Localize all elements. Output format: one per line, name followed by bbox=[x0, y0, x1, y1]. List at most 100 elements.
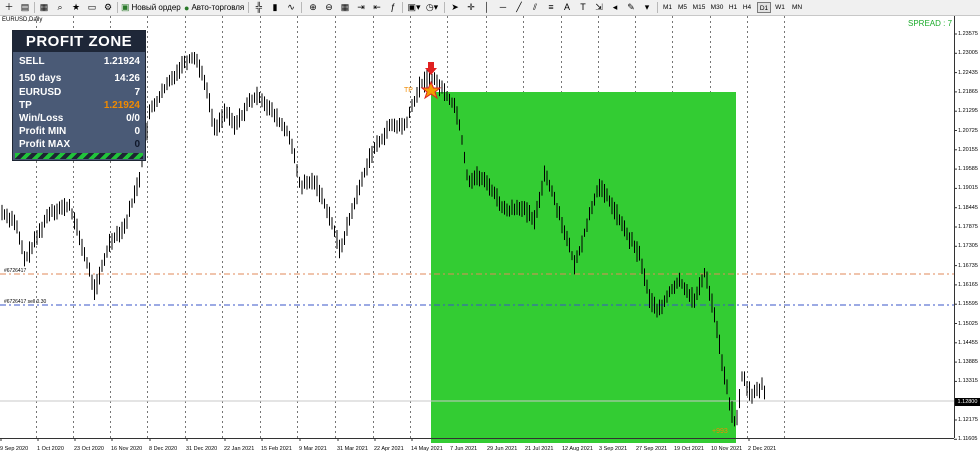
auto-trading-icon: ● bbox=[184, 2, 190, 13]
current-price-tag: 1.12800 bbox=[955, 398, 980, 406]
zoom-out-icon[interactable]: ⊖ bbox=[322, 1, 336, 14]
panel-key: TP bbox=[19, 100, 32, 111]
trendline-icon[interactable]: ╱ bbox=[512, 1, 526, 14]
panel-title: PROFIT ZONE bbox=[13, 31, 145, 52]
timeframe-m15[interactable]: M15 bbox=[691, 2, 707, 13]
timeframe-m30[interactable]: M30 bbox=[709, 2, 725, 13]
zoom-in-icon[interactable]: ⊕ bbox=[306, 1, 320, 14]
crosshair-icon[interactable]: ✛ bbox=[464, 1, 478, 14]
data-window-icon[interactable]: ⌕ bbox=[53, 1, 67, 14]
time-label: 2 Dec 2021 bbox=[748, 446, 777, 452]
time-label: 23 Oct 2020 bbox=[74, 446, 104, 452]
panel-value: 1.21924 bbox=[103, 100, 140, 111]
bar-chart-icon[interactable]: ╬ bbox=[252, 1, 266, 14]
templates-icon[interactable]: ▣▾ bbox=[405, 1, 423, 14]
panel-row-win-loss: Win/Loss 0/0 bbox=[19, 112, 140, 125]
panel-row-profit-min: Profit MIN 0 bbox=[19, 125, 140, 138]
panel-row-symbol: EURUSD 7 bbox=[19, 86, 140, 99]
draw-tools-icon[interactable]: ✎ bbox=[624, 1, 638, 14]
price-label: 1.17305 bbox=[958, 243, 978, 250]
equidistant-channel-icon[interactable]: ⫽ bbox=[528, 1, 542, 14]
price-label: 1.21295 bbox=[958, 108, 978, 115]
profit-zone-rect bbox=[431, 92, 736, 443]
profiles-icon[interactable]: ▤ bbox=[18, 1, 32, 14]
timeframe-m5[interactable]: M5 bbox=[676, 2, 689, 13]
price-label: 1.21865 bbox=[958, 88, 978, 95]
timeframe-h1[interactable]: H1 bbox=[727, 2, 739, 13]
time-label: 19 Oct 2021 bbox=[674, 446, 704, 452]
panel-key: Win/Loss bbox=[19, 113, 64, 124]
line-chart-icon[interactable]: ∿ bbox=[284, 1, 298, 14]
new-order-icon: ▣ bbox=[121, 2, 130, 12]
new-order-label: Новый ордер bbox=[131, 3, 181, 12]
price-label: 1.22435 bbox=[958, 69, 978, 76]
time-label: 27 Sep 2021 bbox=[636, 446, 668, 452]
text-tool-icon[interactable]: A bbox=[560, 1, 574, 14]
more-tools-icon[interactable]: ▾ bbox=[640, 1, 654, 14]
time-label: 1 Oct 2020 bbox=[37, 446, 64, 452]
time-label: 9 Sep 2020 bbox=[0, 446, 29, 452]
cursor-icon[interactable]: ➤ bbox=[448, 1, 462, 14]
time-label: 21 Jul 2021 bbox=[525, 446, 554, 452]
panel-key: Profit MAX bbox=[19, 139, 71, 150]
time-label: 12 Aug 2021 bbox=[562, 446, 593, 452]
price-label: 1.19015 bbox=[958, 185, 978, 192]
auto-trading-label: Авто-торговля bbox=[191, 3, 245, 12]
arrows-icon[interactable]: ⇲ bbox=[592, 1, 606, 14]
time-label: 14 May 2021 bbox=[411, 446, 443, 452]
terminal-icon[interactable]: ▭ bbox=[85, 1, 99, 14]
vertical-line-icon[interactable]: │ bbox=[480, 1, 494, 14]
price-chart[interactable] bbox=[0, 16, 980, 454]
profit-label: +993 bbox=[712, 428, 728, 435]
text-label-icon[interactable]: T bbox=[576, 1, 590, 14]
time-label: 22 Apr 2021 bbox=[374, 446, 404, 452]
time-label: 29 Jun 2021 bbox=[487, 446, 518, 452]
hline-label-sell: #6726417 sell 0.30 bbox=[4, 299, 47, 305]
timeframe-m1[interactable]: M1 bbox=[661, 2, 674, 13]
chart-area[interactable] bbox=[0, 16, 980, 454]
auto-trading-button[interactable]: ● Авто-торговля bbox=[184, 1, 244, 14]
time-label: 31 Dec 2020 bbox=[186, 446, 218, 452]
indicators-icon[interactable]: ƒ bbox=[386, 1, 400, 14]
new-chart-icon[interactable]: ＋ bbox=[2, 1, 16, 14]
timeframe-d1[interactable]: D1 bbox=[757, 2, 771, 13]
panel-key: EURUSD bbox=[19, 87, 62, 98]
time-label: 15 Feb 2021 bbox=[261, 446, 292, 452]
chart-shift-icon[interactable]: ⇤ bbox=[370, 1, 384, 14]
panel-key: SELL bbox=[19, 56, 45, 67]
price-label: 1.17875 bbox=[958, 224, 978, 230]
panel-value: 0 bbox=[134, 139, 140, 150]
panel-row-days: 150 days 14:26 bbox=[19, 72, 140, 85]
profit-zone-panel: PROFIT ZONE SELL 1.21924 150 days 14:26 … bbox=[12, 30, 146, 161]
periods-icon[interactable]: ◷▾ bbox=[423, 1, 441, 14]
candlestick-icon[interactable]: ▮ bbox=[268, 1, 282, 14]
toolbar: ＋ ▤ ▦ ⌕ ★ ▭ ⚙ ▣ Новый ордер ● Авто-торговл… bbox=[0, 0, 980, 16]
time-label: 8 Dec 2020 bbox=[149, 446, 178, 452]
panel-value: 7 bbox=[134, 87, 140, 98]
price-label: 1.20725 bbox=[958, 127, 978, 134]
price-label-icon[interactable]: ◂ bbox=[608, 1, 622, 14]
timeframe-mn[interactable]: MN bbox=[789, 2, 805, 13]
price-label: 1.16165 bbox=[958, 281, 978, 288]
timeframe-w1[interactable]: W1 bbox=[773, 2, 787, 13]
navigator-icon[interactable]: ★ bbox=[69, 1, 83, 14]
timeframe-h4[interactable]: H4 bbox=[741, 2, 753, 13]
price-label: 1.19585 bbox=[958, 166, 978, 173]
chart-symbol-label: EURUSD,Daily bbox=[2, 17, 43, 23]
price-label: 1.20155 bbox=[958, 146, 978, 153]
horizontal-line-icon[interactable]: ─ bbox=[496, 1, 510, 14]
panel-key: 150 days bbox=[19, 73, 62, 84]
time-label: 10 Nov 2021 bbox=[711, 446, 743, 452]
tile-windows-icon[interactable]: ▦ bbox=[338, 1, 352, 14]
price-label: 1.16735 bbox=[958, 262, 978, 269]
market-watch-icon[interactable]: ▦ bbox=[37, 1, 51, 14]
tp-label: TP bbox=[404, 87, 413, 94]
panel-value: 0 bbox=[134, 126, 140, 137]
new-order-button[interactable]: ▣ Новый ордер bbox=[121, 1, 181, 14]
strategy-tester-icon[interactable]: ⚙ bbox=[101, 1, 115, 14]
panel-value: 14:26 bbox=[114, 73, 140, 84]
autoscroll-icon[interactable]: ⇥ bbox=[354, 1, 368, 14]
time-label: 3 Sep 2021 bbox=[599, 446, 628, 452]
fibonacci-icon[interactable]: ≡ bbox=[544, 1, 558, 14]
price-label: 1.13885 bbox=[958, 359, 978, 366]
